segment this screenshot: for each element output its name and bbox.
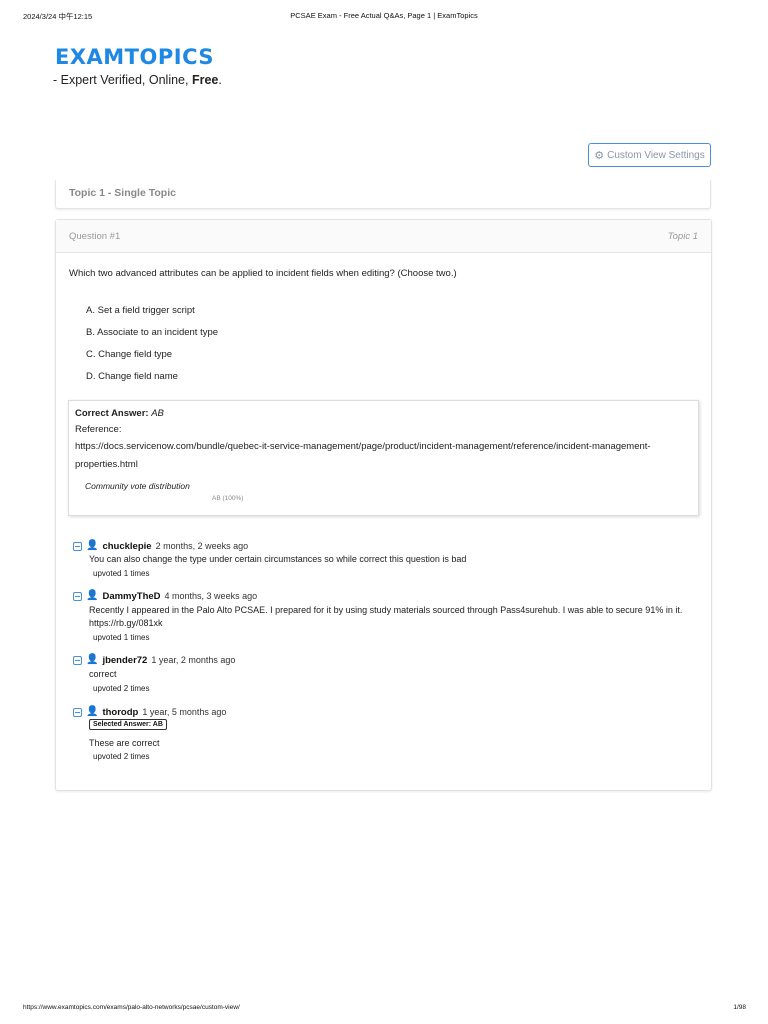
question-header: Question #1 Topic 1 bbox=[56, 220, 711, 253]
comment-time: 1 year, 2 months ago bbox=[151, 655, 236, 665]
reference-label: Reference: bbox=[75, 424, 122, 435]
comment-upvotes: upvoted 2 times bbox=[93, 684, 150, 693]
comment-header: 👤 chucklepie 2 months, 2 weeks ago bbox=[73, 540, 248, 552]
selected-answer-badge: Selected Answer: AB bbox=[89, 719, 167, 730]
comment-body: These are correct bbox=[89, 738, 160, 748]
comment-username[interactable]: DammyTheD bbox=[102, 591, 160, 602]
question-topic: Topic 1 bbox=[667, 231, 698, 242]
vote-bar-label: AB (100%) bbox=[212, 495, 244, 502]
correct-answer-line: Correct Answer: AB bbox=[75, 408, 164, 419]
collapse-icon[interactable] bbox=[73, 655, 82, 665]
tagline-prefix: - Expert Verified, Online, bbox=[53, 73, 192, 87]
comment-header: 👤 DammyTheD 4 months, 3 weeks ago bbox=[73, 590, 257, 602]
tagline-suffix: . bbox=[218, 73, 222, 87]
comment-username[interactable]: chucklepie bbox=[102, 541, 151, 552]
question-text: Which two advanced attributes can be app… bbox=[69, 268, 457, 279]
user-icon: 👤 bbox=[86, 540, 99, 551]
reference-url-line-1[interactable]: https://docs.servicenow.com/bundle/quebe… bbox=[75, 441, 651, 452]
collapse-icon[interactable] bbox=[73, 591, 82, 601]
comment-username[interactable]: jbender72 bbox=[102, 655, 147, 666]
comment-header: 👤 thorodp 1 year, 5 months ago bbox=[73, 706, 226, 718]
comment-body-link[interactable]: https://rb.gy/081xk bbox=[89, 618, 163, 628]
topic-title: Topic 1 - Single Topic bbox=[69, 187, 176, 199]
comment-body: correct bbox=[89, 669, 117, 679]
user-icon: 👤 bbox=[86, 654, 99, 665]
print-footer-page: 1/98 bbox=[733, 1004, 746, 1011]
comment-body: Recently I appeared in the Palo Alto PCS… bbox=[89, 605, 683, 615]
print-title: PCSAE Exam - Free Actual Q&As, Page 1 | … bbox=[290, 11, 478, 20]
collapse-icon[interactable] bbox=[73, 541, 82, 551]
examtopics-logo[interactable]: EXAMTOPICS bbox=[55, 44, 214, 70]
custom-view-label: Custom View Settings bbox=[607, 149, 705, 161]
correct-answer-value: AB bbox=[151, 408, 164, 419]
tagline-bold: Free bbox=[191, 73, 219, 87]
reference-url-line-2[interactable]: properties.html bbox=[75, 459, 138, 470]
logo-text: EXAMTOPICS bbox=[55, 45, 214, 69]
vote-distribution-title: Community vote distribution bbox=[85, 481, 190, 491]
comment-upvotes: upvoted 1 times bbox=[93, 569, 150, 578]
question-card: Question #1 Topic 1 Which two advanced a… bbox=[55, 219, 712, 791]
print-footer-url: https://www.examtopics.com/exams/palo-al… bbox=[23, 1004, 240, 1011]
correct-answer-box: Correct Answer: AB Reference: https://do… bbox=[68, 400, 699, 516]
correct-answer-label: Correct Answer: bbox=[75, 408, 149, 419]
user-icon: 👤 bbox=[86, 706, 99, 717]
choice-c[interactable]: C. Change field type bbox=[86, 349, 172, 360]
comment-time: 4 months, 3 weeks ago bbox=[164, 591, 258, 601]
comment-upvotes: upvoted 1 times bbox=[93, 633, 150, 642]
tagline: - Expert Verified, Online, Free. bbox=[53, 73, 222, 87]
choice-d[interactable]: D. Change field name bbox=[86, 371, 178, 382]
gear-icon: ⚙ bbox=[594, 149, 605, 162]
user-icon: 👤 bbox=[86, 590, 99, 601]
choice-a[interactable]: A. Set a field trigger script bbox=[86, 305, 195, 316]
topic-card: Topic 1 - Single Topic bbox=[55, 180, 711, 209]
custom-view-settings-button[interactable]: ⚙ Custom View Settings bbox=[588, 143, 711, 167]
collapse-icon[interactable] bbox=[73, 707, 82, 717]
question-number: Question #1 bbox=[69, 231, 121, 242]
comment-time: 2 months, 2 weeks ago bbox=[155, 541, 249, 551]
comment-time: 1 year, 5 months ago bbox=[142, 707, 227, 717]
comment-header: 👤 jbender72 1 year, 2 months ago bbox=[73, 654, 235, 666]
comment-username[interactable]: thorodp bbox=[102, 707, 138, 718]
comment-body: You can also change the type under certa… bbox=[89, 554, 467, 564]
comment-upvotes: upvoted 2 times bbox=[93, 752, 150, 761]
choice-b[interactable]: B. Associate to an incident type bbox=[86, 327, 218, 338]
